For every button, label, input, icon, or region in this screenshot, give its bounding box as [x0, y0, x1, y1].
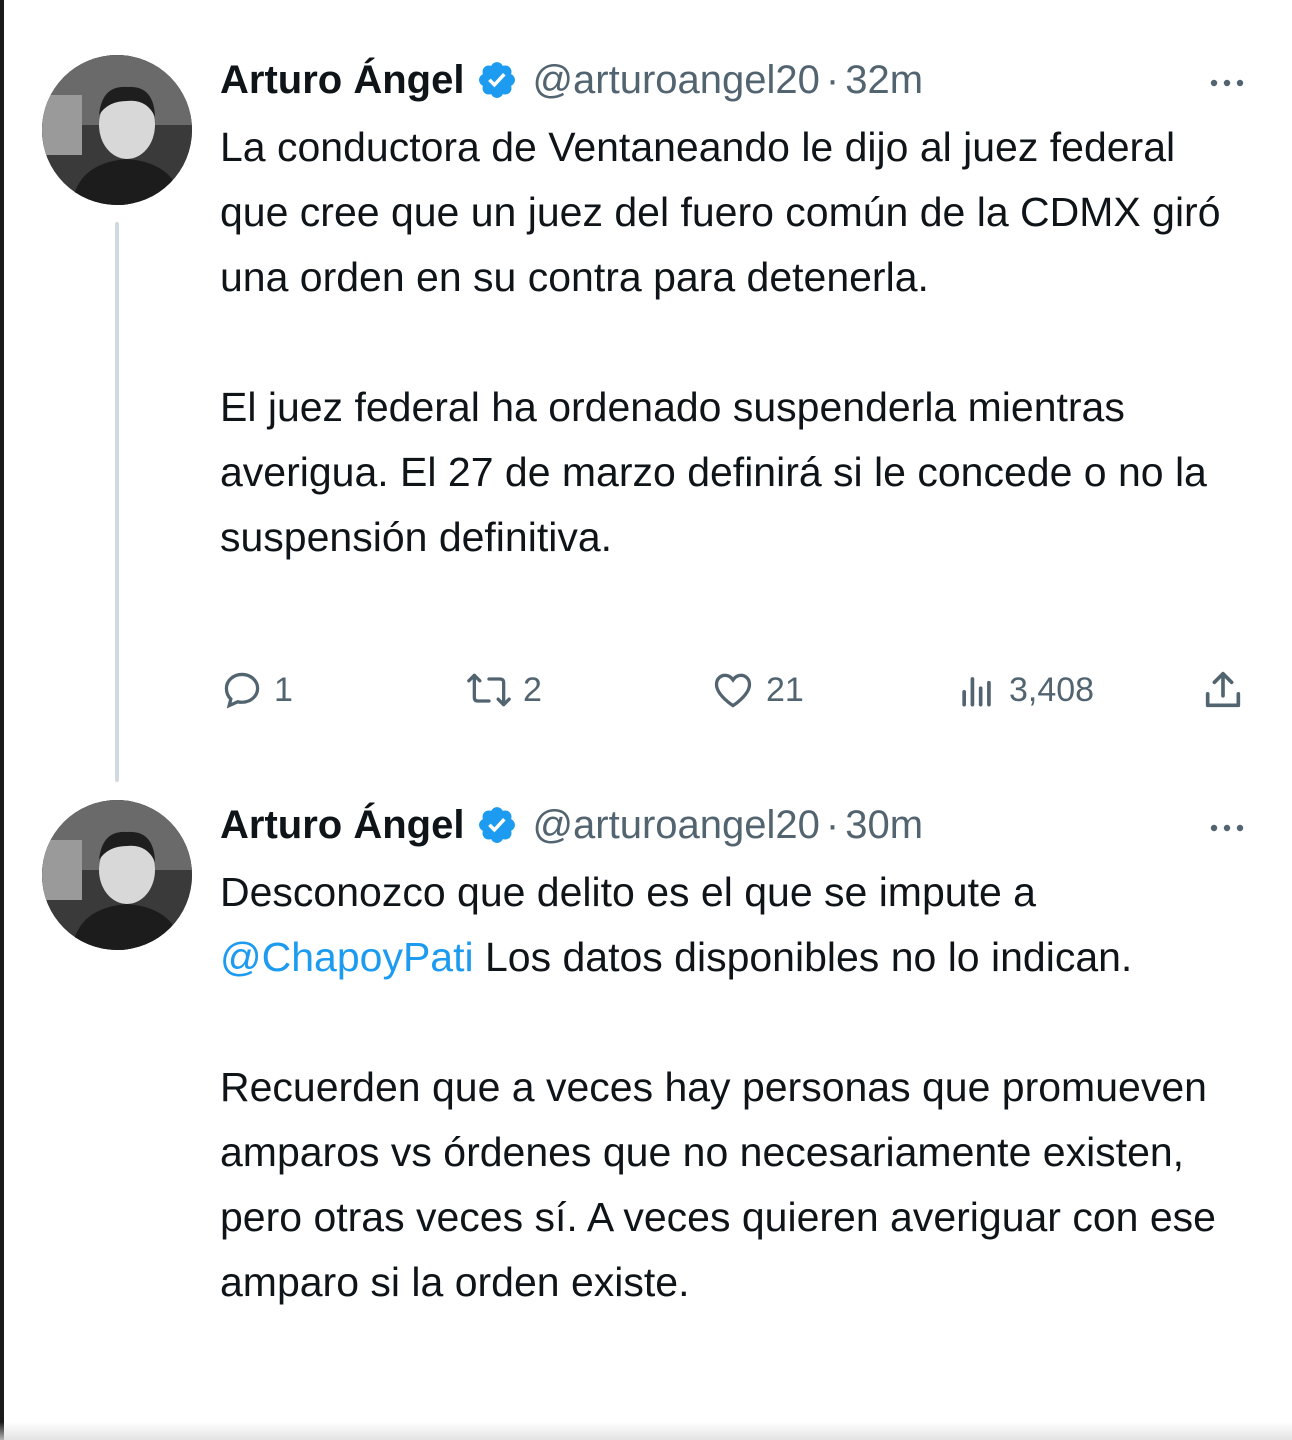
tweet-timestamp[interactable]: 32m	[845, 55, 923, 105]
author-handle[interactable]: @arturoangel20	[532, 55, 819, 105]
like-button[interactable]: 21	[710, 665, 804, 715]
reply-button[interactable]: 1	[220, 665, 293, 715]
retweet-count: 2	[523, 670, 542, 709]
retweet-icon	[467, 673, 511, 707]
views-button[interactable]: 3,408	[955, 665, 1094, 715]
tweet-paragraph: Desconozco que delito es el que se imput…	[220, 860, 1252, 990]
avatar-photo-icon	[42, 55, 192, 205]
verified-badge-icon	[479, 62, 516, 98]
more-options-icon[interactable]	[1202, 806, 1252, 846]
like-count: 21	[766, 670, 804, 709]
tweet-timestamp[interactable]: 30m	[845, 800, 923, 850]
tweet-header: Arturo Ángel @arturoangel20 · 32m	[220, 55, 1252, 105]
views-icon	[962, 677, 991, 707]
left-edge-border	[0, 0, 4, 1440]
bottom-fade	[0, 1422, 1292, 1440]
author-avatar[interactable]	[42, 800, 192, 950]
reply-icon	[224, 672, 260, 709]
retweet-button[interactable]: 2	[465, 665, 542, 715]
share-icon	[1205, 671, 1241, 708]
tweet-paragraph: Recuerden que a veces hay personas que p…	[220, 1064, 1216, 1305]
tweet-actions-bar: 1 2 21 3,408	[220, 665, 1272, 715]
like-icon	[714, 673, 752, 708]
author-name[interactable]: Arturo Ángel	[220, 800, 464, 850]
views-count: 3,408	[1009, 670, 1095, 709]
reply-count: 1	[274, 670, 293, 709]
verified-badge-icon	[479, 807, 516, 843]
mention-link[interactable]: @ChapoyPati	[220, 934, 474, 980]
tweet-header: Arturo Ángel @arturoangel20 · 30m	[220, 800, 1252, 850]
header-separator: ·	[825, 803, 840, 847]
more-options-icon[interactable]	[1202, 61, 1252, 101]
paragraph-text: Los datos disponibles no lo indican.	[473, 934, 1133, 980]
paragraph-text: Desconozco que delito es el que se imput…	[220, 869, 1036, 915]
tweet-paragraph: La conductora de Ventaneando le dijo al …	[220, 124, 1221, 300]
tweet-body: Desconozco que delito es el que se imput…	[220, 860, 1252, 1315]
tweet-body: La conductora de Ventaneando le dijo al …	[220, 115, 1252, 570]
author-avatar[interactable]	[42, 55, 192, 205]
thread-connector-line	[115, 222, 119, 782]
author-handle[interactable]: @arturoangel20	[532, 800, 819, 850]
share-button[interactable]	[1200, 665, 1246, 715]
avatar-photo-icon	[42, 800, 192, 950]
header-separator: ·	[825, 58, 840, 102]
author-name[interactable]: Arturo Ángel	[220, 55, 464, 105]
tweet-paragraph: El juez federal ha ordenado suspenderla …	[220, 384, 1207, 560]
